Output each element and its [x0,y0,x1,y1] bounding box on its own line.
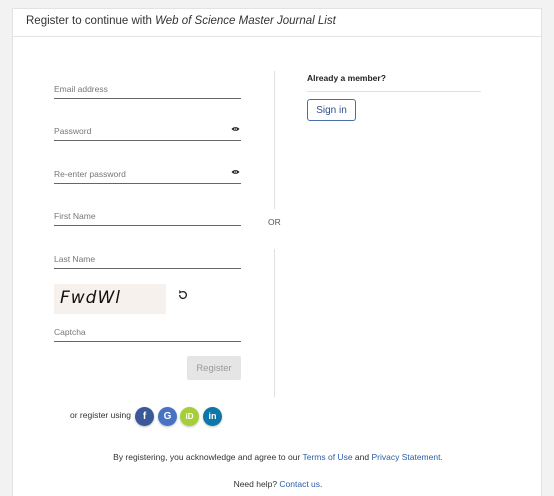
ack-prefix: By registering, you acknowledge and agre… [113,452,303,462]
google-icon[interactable]: G [158,407,177,426]
reenter-password-field[interactable] [54,164,241,184]
eye-icon[interactable] [231,126,240,132]
register-card: Register to continue with Web of Science… [12,8,542,496]
header-prefix: Register to continue with [26,15,156,27]
refresh-icon[interactable] [177,289,189,301]
help-text: Need help? Contact us. [13,479,543,489]
sign-in-button[interactable]: Sign in [307,99,356,121]
facebook-icon[interactable]: f [135,407,154,426]
email-input[interactable] [54,80,241,98]
eye-icon[interactable] [231,169,240,175]
ack-and: and [352,452,372,462]
email-field[interactable] [54,79,241,99]
captcha-image-text: FwdWl [60,288,122,308]
linkedin-icon[interactable]: in [203,407,222,426]
divider-line-top [274,71,275,209]
captcha-image: FwdWl [54,284,166,314]
last-name-field[interactable] [54,249,241,269]
contact-us-link[interactable]: Contact us [279,479,320,489]
help-prefix: Need help? [233,479,280,489]
or-register-label: or register using [70,410,131,420]
captcha-input[interactable] [54,323,241,341]
or-divider: OR [268,217,281,227]
password-input[interactable] [54,122,241,140]
first-name-input[interactable] [54,207,241,225]
register-button[interactable]: Register [187,356,241,380]
card-header: Register to continue with Web of Science… [13,9,541,37]
terms-of-use-link[interactable]: Terms of Use [302,452,352,462]
member-divider [307,91,481,92]
orcid-icon[interactable]: iD [180,407,199,426]
already-member-title: Already a member? [307,73,386,83]
last-name-input[interactable] [54,250,241,268]
header-product: Web of Science Master Journal List [155,15,336,27]
ack-period: . [440,452,443,462]
password-field[interactable] [54,121,241,141]
help-period: . [320,479,323,489]
captcha-field[interactable] [54,322,241,342]
reenter-password-input[interactable] [54,165,241,183]
first-name-field[interactable] [54,206,241,226]
acknowledgement-text: By registering, you acknowledge and agre… [13,452,543,462]
privacy-statement-link[interactable]: Privacy Statement [371,452,440,462]
divider-line-bottom [274,249,275,397]
